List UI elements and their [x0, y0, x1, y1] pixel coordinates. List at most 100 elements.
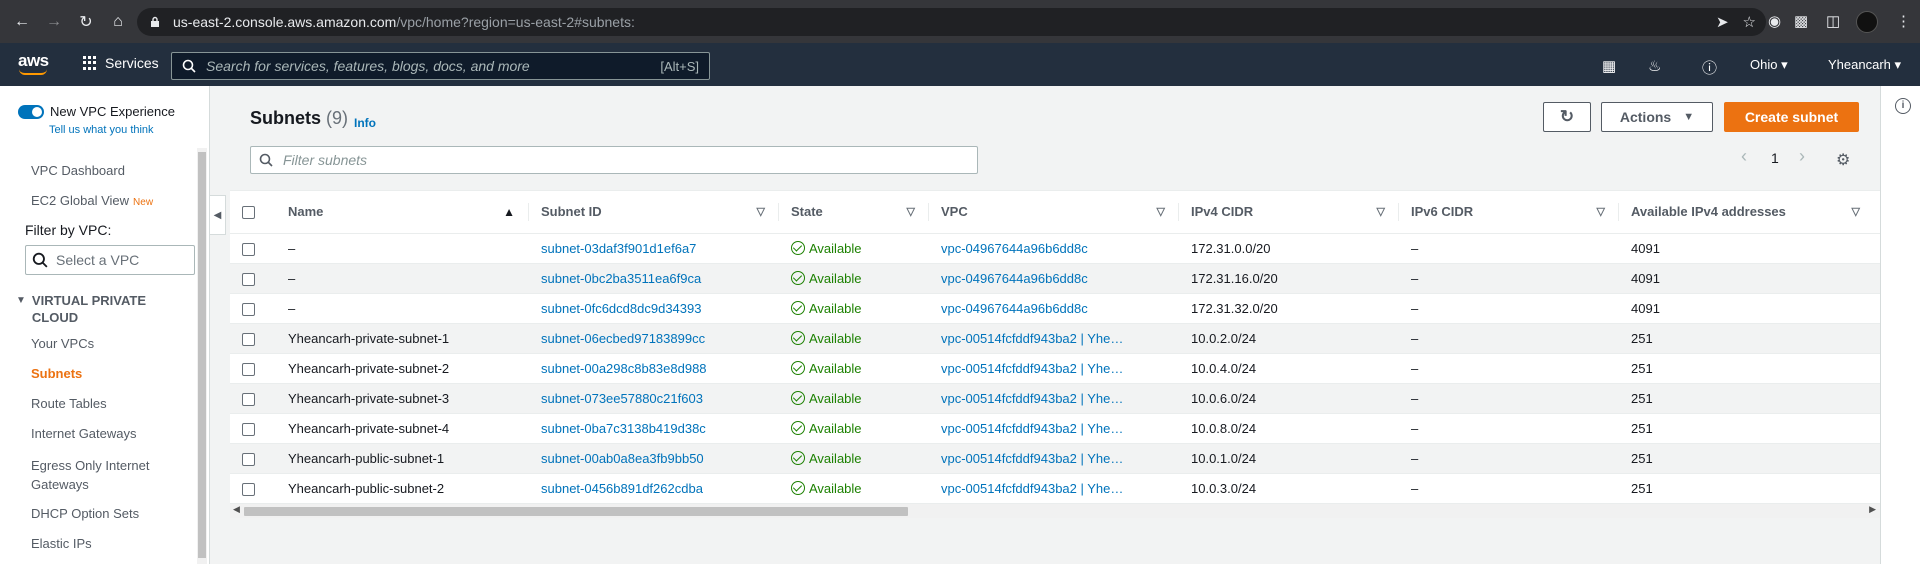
row-checkbox[interactable] — [242, 482, 255, 496]
home-icon[interactable]: ⌂ — [108, 12, 128, 32]
filter-subnets[interactable] — [250, 146, 978, 174]
cell-vpc-link[interactable]: vpc-00514fcfddf943ba2 | Yhe… — [929, 473, 1179, 504]
feedback-link[interactable]: Tell us what you think — [49, 124, 154, 136]
table-row[interactable]: – subnet-03daf3f901d1ef6a7 Available vpc-04… — [230, 233, 1880, 264]
table-row[interactable]: Yheancarh-private-subnet-3 subnet-073ee57… — [230, 383, 1880, 414]
row-checkbox[interactable] — [242, 272, 255, 286]
sidebar-item-route-tables[interactable]: Route Tables — [31, 396, 107, 411]
color-extension-icon[interactable]: ◉ — [1768, 12, 1781, 30]
table-row[interactable]: Yheancarh-public-subnet-2 subnet-0456b891… — [230, 473, 1880, 504]
cell-subnet-id-link[interactable]: subnet-06ecbed97183899cc — [529, 323, 779, 354]
profile-avatar[interactable] — [1856, 11, 1878, 33]
notifications-bell-icon[interactable]: ♨ — [1648, 57, 1661, 75]
filter-subnets-input[interactable] — [283, 152, 933, 168]
col-state[interactable]: State ▽ — [779, 191, 929, 234]
row-checkbox[interactable] — [242, 392, 255, 406]
actions-button[interactable]: Actions ▼ — [1601, 102, 1713, 132]
cell-vpc-link[interactable]: vpc-04967644a96b6dd8c — [929, 293, 1179, 324]
select-all-checkbox[interactable] — [242, 206, 255, 220]
menu-kebab-icon[interactable]: ⋮ — [1896, 12, 1911, 30]
cell-subnet-id-link[interactable]: subnet-0ba7c3138b419d38c — [529, 413, 779, 444]
sidebar-item-your-vpcs[interactable]: Your VPCs — [31, 336, 94, 351]
back-icon[interactable]: ← — [12, 12, 32, 32]
prev-page-icon[interactable]: ‹ — [1741, 146, 1747, 167]
col-ipv4-cidr[interactable]: IPv4 CIDR ▽ — [1179, 191, 1399, 234]
cell-subnet-id-link[interactable]: subnet-0bc2ba3511ea6f9ca — [529, 263, 779, 294]
row-checkbox[interactable] — [242, 422, 255, 436]
create-subnet-button[interactable]: Create subnet — [1724, 102, 1859, 132]
scroll-right-icon[interactable]: ▶ — [1869, 504, 1876, 515]
sidebar-scrollbar-thumb[interactable] — [198, 152, 206, 558]
section-virtual-private-cloud[interactable]: ▼ VIRTUAL PRIVATE CLOUD — [16, 292, 146, 326]
sort-icon[interactable]: ▽ — [907, 205, 915, 218]
extensions-puzzle-icon[interactable]: ▩ — [1794, 12, 1808, 30]
cell-subnet-id-link[interactable]: subnet-073ee57880c21f603 — [529, 383, 779, 414]
cell-vpc-link[interactable]: vpc-00514fcfddf943ba2 | Yhe… — [929, 323, 1179, 354]
row-checkbox[interactable] — [242, 302, 255, 316]
cell-subnet-id-link[interactable]: subnet-00ab0a8ea3fb9bb50 — [529, 443, 779, 474]
refresh-button[interactable]: ↻ — [1543, 102, 1591, 132]
sidepanel-icon[interactable]: ◫ — [1826, 12, 1840, 30]
col-vpc[interactable]: VPC ▽ — [929, 191, 1179, 234]
col-name[interactable]: Name ▲ — [276, 191, 529, 234]
forward-icon[interactable]: → — [44, 12, 64, 32]
col-ipv6-cidr[interactable]: IPv6 CIDR ▽ — [1399, 191, 1619, 234]
region-selector[interactable]: Ohio ▾ — [1750, 57, 1788, 73]
sort-ascending-icon[interactable]: ▲ — [503, 205, 515, 219]
aws-logo[interactable]: aws — [18, 51, 49, 75]
cell-subnet-id-link[interactable]: subnet-0456b891df262cdba — [529, 473, 779, 504]
services-menu-button[interactable]: Services — [83, 55, 159, 71]
sort-icon[interactable]: ▽ — [1597, 205, 1605, 218]
table-horizontal-scrollbar[interactable]: ◀ ▶ — [230, 504, 1880, 518]
sort-icon[interactable]: ▽ — [1377, 205, 1385, 218]
info-link[interactable]: Info — [354, 116, 376, 130]
console-search-input[interactable] — [206, 58, 646, 74]
row-checkbox[interactable] — [242, 452, 255, 466]
cell-vpc-link[interactable]: vpc-00514fcfddf943ba2 | Yhe… — [929, 383, 1179, 414]
sort-icon[interactable]: ▽ — [757, 205, 765, 218]
cell-vpc-link[interactable]: vpc-04967644a96b6dd8c — [929, 233, 1179, 264]
col-subnet-id[interactable]: Subnet ID ▽ — [529, 191, 779, 234]
send-icon[interactable]: ➤ — [1716, 13, 1729, 31]
table-row[interactable]: – subnet-0fc6dcd8dc9d34393 Available vpc-04… — [230, 293, 1880, 324]
table-row[interactable]: – subnet-0bc2ba3511ea6f9ca Available vpc-04… — [230, 263, 1880, 294]
vpc-filter-input[interactable] — [56, 252, 186, 268]
row-checkbox[interactable] — [242, 242, 255, 256]
reload-icon[interactable]: ↻ — [76, 12, 96, 32]
sidebar-item-elastic-ips[interactable]: Elastic IPs — [31, 536, 92, 551]
table-row[interactable]: Yheancarh-private-subnet-2 subnet-00a298c… — [230, 353, 1880, 384]
scroll-left-icon[interactable]: ◀ — [233, 504, 240, 515]
vpc-filter-select[interactable] — [25, 245, 195, 275]
cell-subnet-id-link[interactable]: subnet-0fc6dcd8dc9d34393 — [529, 293, 779, 324]
next-page-icon[interactable]: › — [1799, 146, 1805, 167]
cell-subnet-id-link[interactable]: subnet-00a298c8b83e8d988 — [529, 353, 779, 384]
table-row[interactable]: Yheancarh-private-subnet-4 subnet-0ba7c31… — [230, 413, 1880, 444]
sidebar-item-dhcp-option-sets[interactable]: DHCP Option Sets — [31, 506, 139, 521]
info-icon[interactable]: i — [1895, 98, 1911, 114]
scrollbar-thumb[interactable] — [244, 507, 908, 516]
col-available-ipv4[interactable]: Available IPv4 addresses ▽ — [1619, 191, 1880, 234]
new-vpc-experience-toggle[interactable] — [18, 104, 44, 119]
console-search[interactable]: [Alt+S] — [171, 52, 710, 80]
help-icon[interactable]: ⓘ — [1702, 57, 1717, 78]
cell-vpc-link[interactable]: vpc-04967644a96b6dd8c — [929, 263, 1179, 294]
cell-vpc-link[interactable]: vpc-00514fcfddf943ba2 | Yhe… — [929, 413, 1179, 444]
cell-vpc-link[interactable]: vpc-00514fcfddf943ba2 | Yhe… — [929, 443, 1179, 474]
cloudshell-icon[interactable]: ▦ — [1602, 57, 1616, 75]
gear-icon[interactable]: ⚙ — [1836, 150, 1850, 170]
sidebar-scrollbar[interactable] — [197, 148, 207, 564]
bookmark-star-icon[interactable]: ☆ — [1743, 13, 1756, 31]
cell-subnet-id-link[interactable]: subnet-03daf3f901d1ef6a7 — [529, 233, 779, 264]
page-number[interactable]: 1 — [1771, 150, 1779, 166]
account-menu[interactable]: Yheancarh ▾ — [1828, 57, 1901, 73]
collapse-sidebar-button[interactable]: ◀ — [210, 195, 226, 235]
sidebar-item-internet-gateways[interactable]: Internet Gateways — [31, 426, 137, 441]
sidebar-item-subnets[interactable]: Subnets — [31, 366, 82, 381]
sort-icon[interactable]: ▽ — [1157, 205, 1165, 218]
table-row[interactable]: Yheancarh-private-subnet-1 subnet-06ecbed… — [230, 323, 1880, 354]
cell-vpc-link[interactable]: vpc-00514fcfddf943ba2 | Yhe… — [929, 353, 1179, 384]
address-bar[interactable]: us-east-2.console.aws.amazon.com/vpc/hom… — [137, 8, 1766, 36]
row-checkbox[interactable] — [242, 332, 255, 346]
sidebar-item-ec2-global-view[interactable]: EC2 Global View New — [31, 193, 153, 208]
sidebar-item-vpc-dashboard[interactable]: VPC Dashboard — [31, 163, 125, 178]
